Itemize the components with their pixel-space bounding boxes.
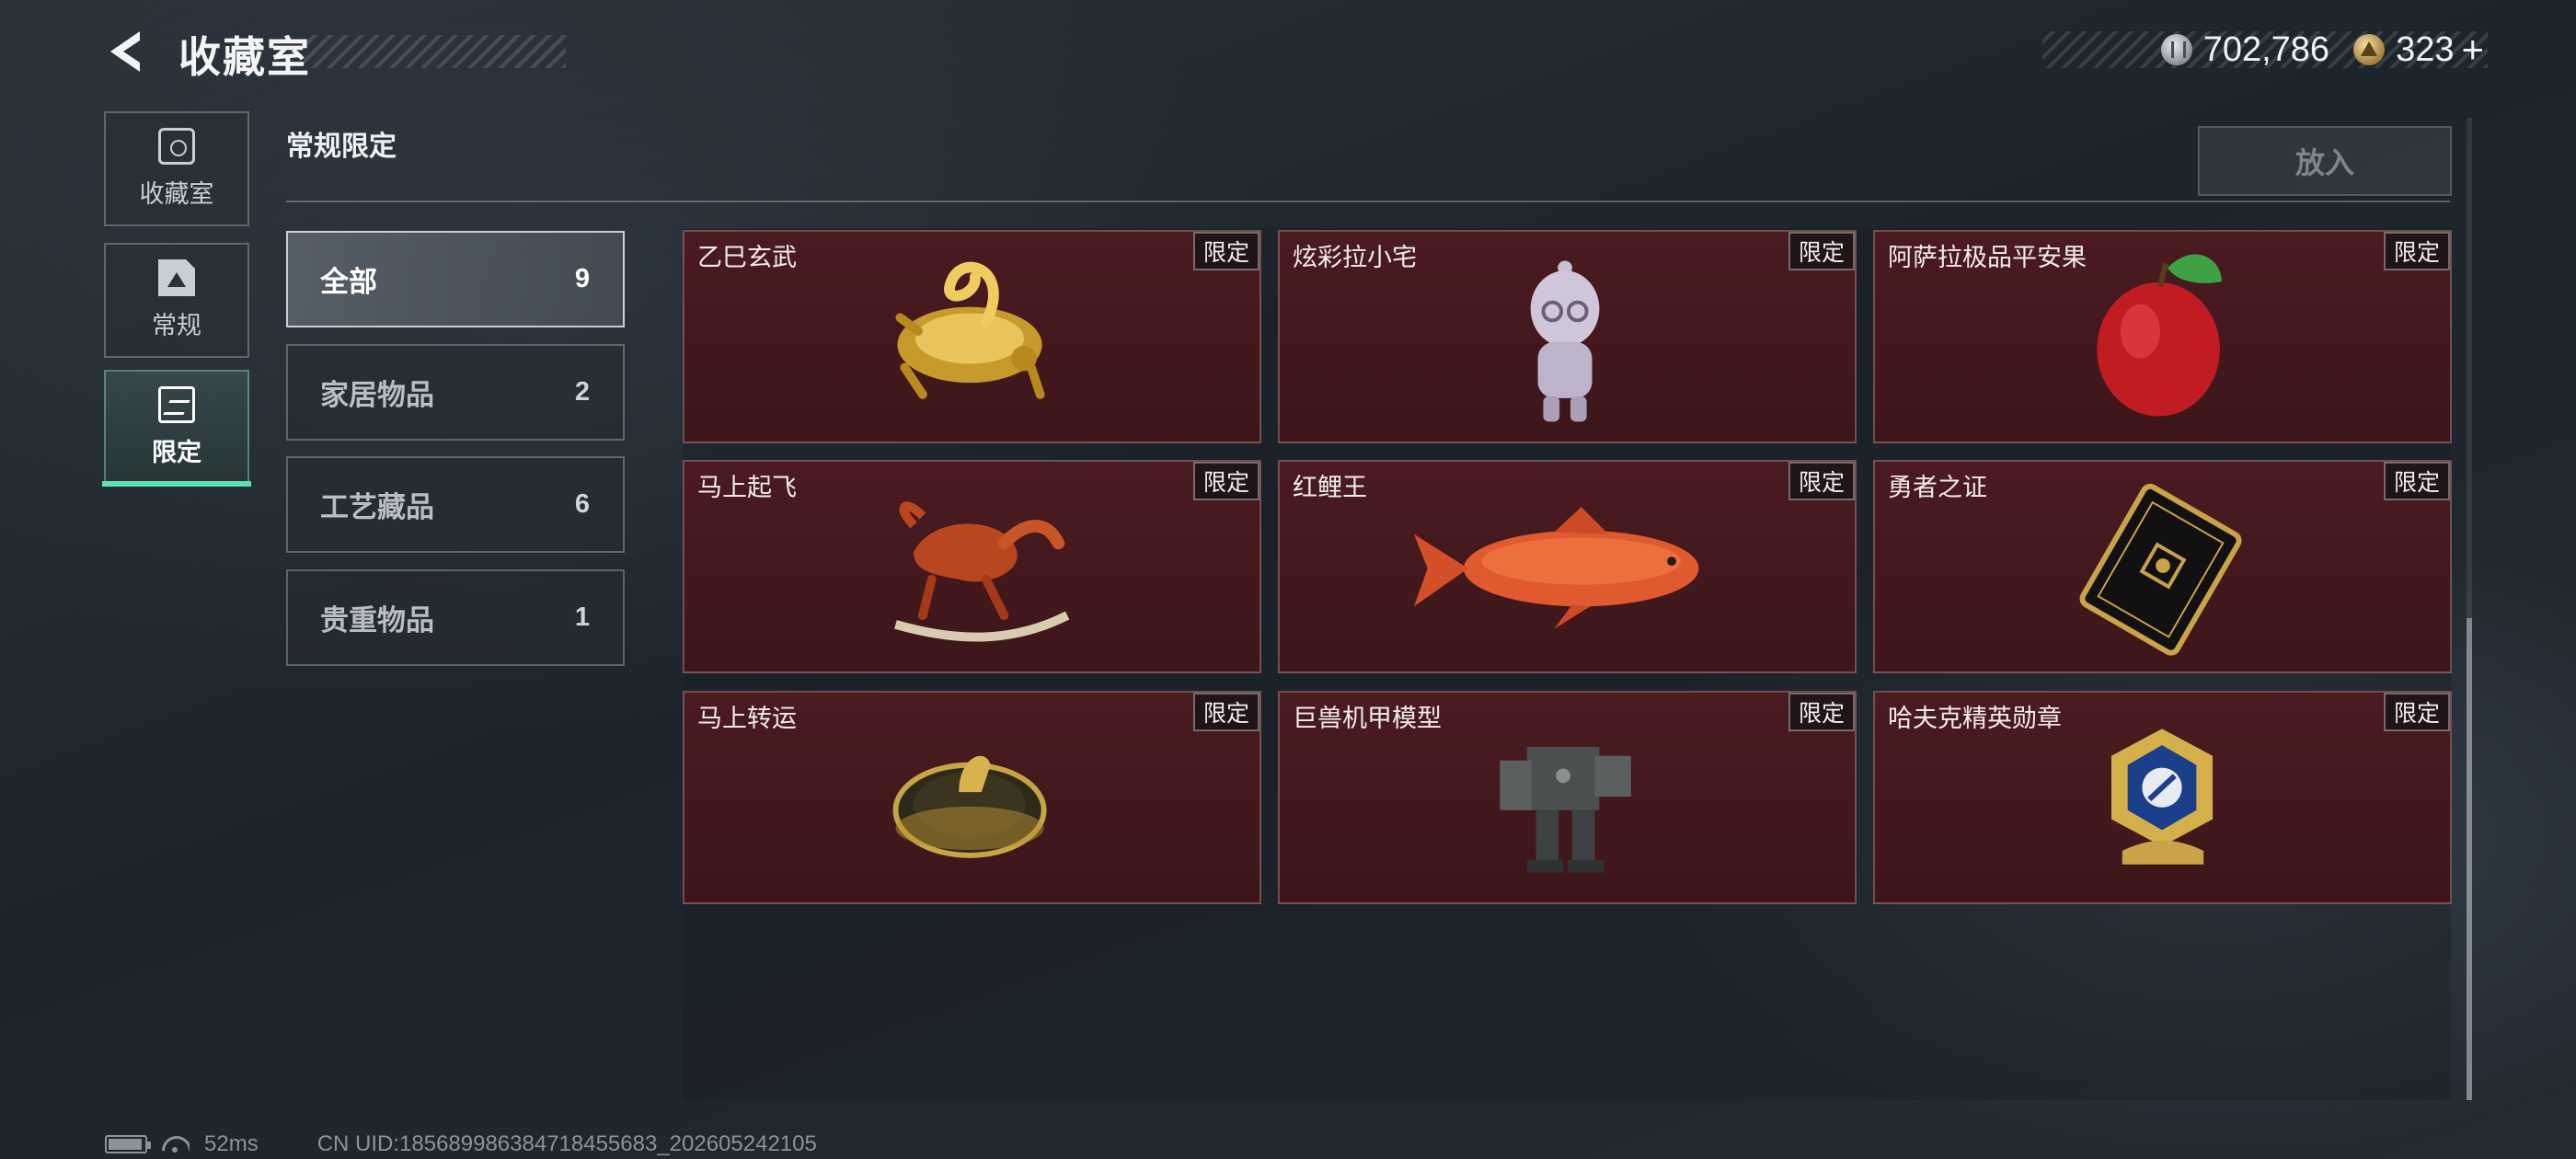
item-card[interactable]: 巨兽机甲模型 限定 — [1278, 691, 1857, 904]
item-name: 哈夫克精英勋章 — [1888, 705, 2062, 732]
uid-text: CN UID:185689986384718455683_20260524210… — [316, 1131, 817, 1156]
item-name: 马上起飞 — [697, 474, 797, 501]
wifi-icon — [162, 1134, 190, 1154]
rail-active-indicator — [102, 481, 251, 487]
category-name: 贵重物品 — [320, 604, 434, 637]
ping-value: 52ms — [204, 1131, 259, 1156]
category-all[interactable]: 全部 9 — [286, 231, 625, 327]
item-card[interactable]: 炫彩拉小宅 限定 — [1278, 230, 1857, 443]
regular-doc-icon — [158, 259, 195, 296]
silver-coin-icon — [2160, 34, 2192, 65]
rail-collection-room[interactable]: 收藏室 — [104, 111, 249, 226]
item-card[interactable]: 勇者之证 限定 — [1873, 460, 2452, 673]
gold-amount: 323 — [2396, 29, 2455, 69]
item-name: 阿萨拉极品平安果 — [1888, 244, 2087, 271]
category-count: 1 — [574, 602, 590, 632]
item-name: 红鲤王 — [1293, 474, 1367, 501]
item-name: 巨兽机甲模型 — [1293, 705, 1442, 732]
category-name: 工艺藏品 — [320, 491, 434, 523]
limited-icon — [158, 386, 195, 423]
item-name: 乙巳玄武 — [697, 244, 797, 271]
item-card[interactable]: 马上起飞 限定 — [683, 460, 1261, 673]
item-name: 炫彩拉小宅 — [1293, 244, 1417, 271]
rail-limited[interactable]: 限定 — [104, 370, 249, 485]
item-card[interactable]: 阿萨拉极品平安果 限定 — [1873, 230, 2452, 443]
limited-tag: 限定 — [1192, 462, 1259, 500]
limited-tag: 限定 — [1788, 232, 1855, 270]
limited-tag: 限定 — [2383, 462, 2450, 500]
category-valuables[interactable]: 贵重物品 1 — [286, 569, 625, 666]
silver-amount: 702,786 — [2202, 29, 2330, 69]
item-card[interactable]: 乙巳玄武 限定 — [683, 230, 1261, 443]
limited-tag: 限定 — [1192, 232, 1259, 270]
collection-room-icon — [158, 128, 195, 165]
place-button[interactable]: 放入 — [2198, 126, 2452, 196]
rail-label: 限定 — [152, 439, 201, 466]
battery-icon — [105, 1135, 151, 1153]
add-currency-icon[interactable]: + — [2461, 28, 2484, 72]
item-card[interactable]: 哈夫克精英勋章 限定 — [1873, 691, 2452, 904]
category-craft[interactable]: 工艺藏品 6 — [286, 456, 625, 553]
section-divider — [286, 201, 2450, 202]
category-count: 6 — [574, 489, 590, 519]
category-name: 全部 — [320, 266, 377, 298]
item-card[interactable]: 红鲤王 限定 — [1278, 460, 1857, 673]
gold-triangle-coin-icon — [2353, 34, 2386, 65]
limited-tag: 限定 — [2383, 232, 2450, 270]
category-home[interactable]: 家居物品 2 — [286, 344, 625, 441]
currency-bar: 702,786 323 + — [2042, 28, 2488, 71]
category-count: 9 — [574, 264, 590, 293]
item-card[interactable]: 马上转运 限定 — [683, 691, 1261, 904]
rail-label: 常规 — [152, 312, 201, 339]
item-name: 勇者之证 — [1888, 474, 1987, 501]
category-count: 2 — [574, 377, 590, 407]
limited-tag: 限定 — [1788, 462, 1855, 500]
limited-tag: 限定 — [2383, 693, 2450, 731]
rail-regular[interactable]: 常规 — [104, 243, 249, 358]
limited-tag: 限定 — [1192, 693, 1259, 731]
category-name: 家居物品 — [320, 379, 434, 411]
page-title: 收藏室 — [178, 33, 311, 81]
rail-label: 收藏室 — [139, 180, 214, 208]
back-button[interactable] — [103, 26, 155, 77]
item-name: 马上转运 — [697, 705, 797, 732]
title-decoration — [304, 35, 566, 68]
currency-silver[interactable]: 702,786 — [2160, 29, 2330, 70]
back-arrow-icon — [110, 31, 140, 72]
status-footer: 52ms CN UID:185689986384718455683_202605… — [105, 1131, 817, 1157]
section-title: 常规限定 — [286, 132, 397, 162]
scrollbar-thumb[interactable] — [2467, 618, 2472, 1100]
limited-tag: 限定 — [1788, 693, 1855, 731]
currency-gold[interactable]: 323 + — [2353, 28, 2484, 72]
